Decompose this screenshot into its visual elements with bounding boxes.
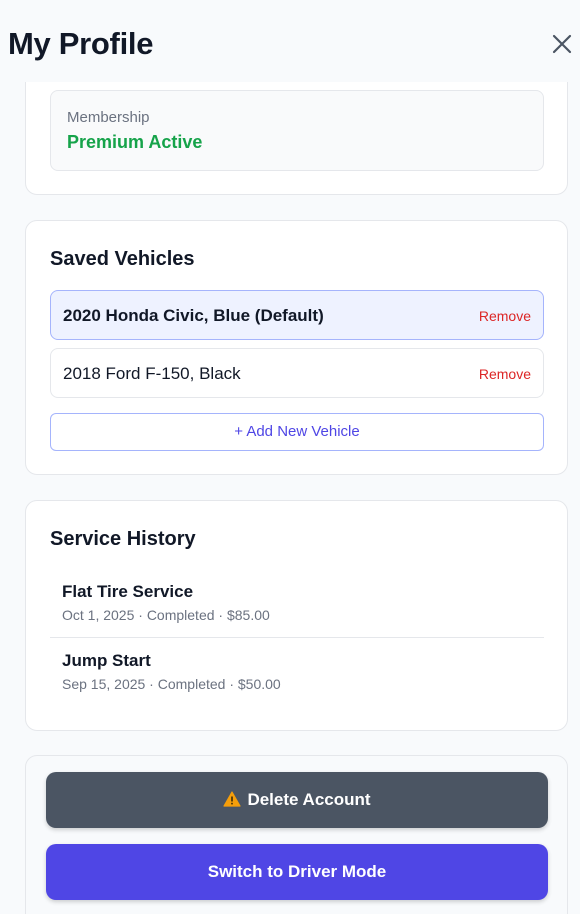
- service-history-card: Service History Flat Tire Service Oct 1,…: [25, 500, 568, 731]
- remove-vehicle-button[interactable]: Remove: [479, 308, 531, 324]
- membership-label: Membership: [67, 109, 150, 126]
- page-title: My Profile: [8, 26, 154, 61]
- add-vehicle-button[interactable]: + Add New Vehicle: [50, 413, 544, 451]
- history-service-name: Jump Start: [62, 651, 151, 670]
- history-item: Jump Start Sep 15, 2025 · Completed · $5…: [50, 638, 544, 707]
- membership-status: Premium Active: [67, 132, 203, 152]
- history-service-name: Flat Tire Service: [62, 582, 194, 601]
- account-actions-card: Delete Account Switch to Driver Mode: [25, 755, 568, 914]
- history-item: Flat Tire Service Oct 1, 2025 · Complete…: [50, 569, 544, 638]
- vehicle-item[interactable]: 2018 Ford F-150, Black Remove: [50, 348, 544, 398]
- vehicle-name: 2020 Honda Civic, Blue (Default): [63, 306, 324, 325]
- delete-account-button[interactable]: Delete Account: [46, 772, 548, 828]
- history-service-meta: Sep 15, 2025 · Completed · $50.00: [62, 676, 281, 692]
- switch-driver-mode-button[interactable]: Switch to Driver Mode: [46, 844, 548, 900]
- close-icon: [552, 34, 572, 54]
- profile-header: My Profile: [0, 0, 580, 82]
- saved-vehicles-card: Saved Vehicles 2020 Honda Civic, Blue (D…: [25, 220, 568, 475]
- membership-box: Membership Premium Active: [50, 90, 544, 171]
- profile-page: Membership Premium Active My Profile Sav…: [0, 0, 580, 914]
- vehicle-item-default[interactable]: 2020 Honda Civic, Blue (Default) Remove: [50, 290, 544, 340]
- remove-vehicle-button[interactable]: Remove: [479, 366, 531, 382]
- history-service-meta: Oct 1, 2025 · Completed · $85.00: [62, 607, 270, 623]
- saved-vehicles-title: Saved Vehicles: [50, 248, 195, 270]
- warning-icon: [223, 791, 242, 807]
- vehicle-name: 2018 Ford F-150, Black: [63, 364, 241, 383]
- delete-account-label: Delete Account: [247, 790, 371, 809]
- close-button[interactable]: [548, 30, 576, 58]
- service-history-title: Service History: [50, 528, 196, 550]
